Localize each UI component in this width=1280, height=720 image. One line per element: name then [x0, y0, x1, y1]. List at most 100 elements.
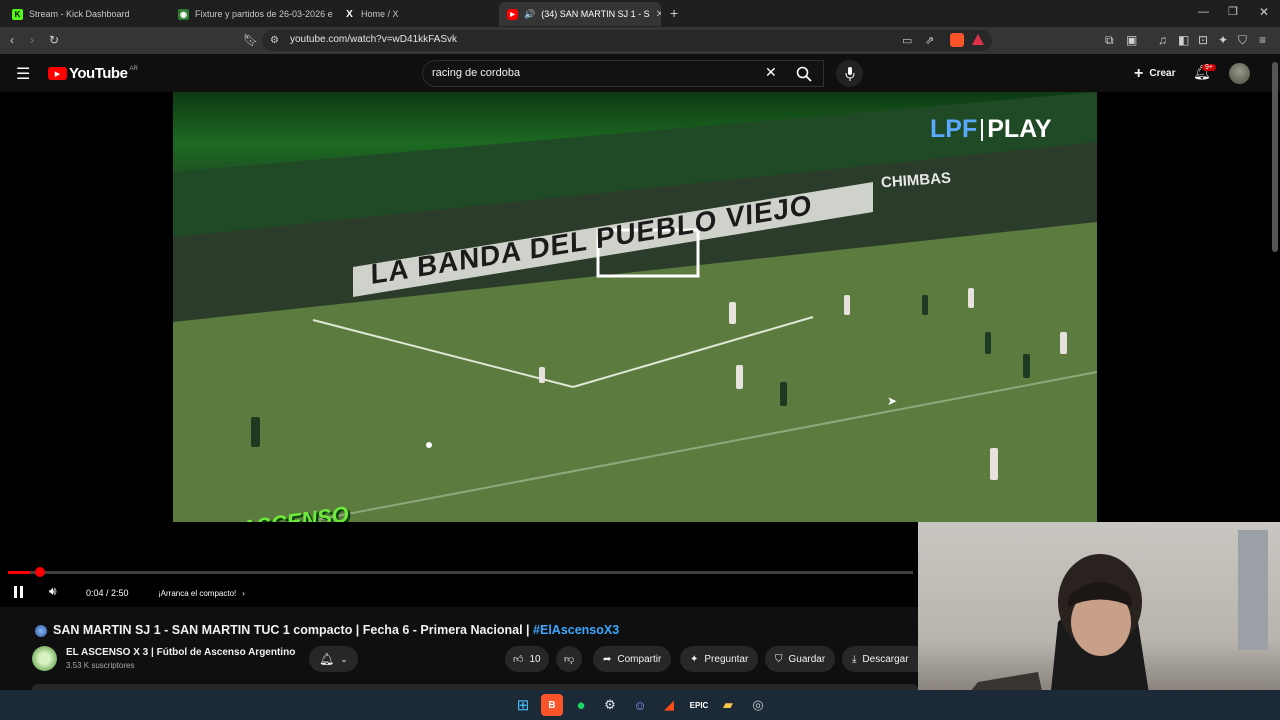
share-page-icon[interactable]: ⇗: [925, 34, 934, 48]
tab-title: (34) SAN MARTIN SJ 1 - S: [541, 9, 650, 19]
volume-icon[interactable]: 🔊︎: [49, 584, 57, 599]
hamburger-menu-icon[interactable]: ☰: [16, 64, 30, 84]
tab-title: Fixture y partidos de 26-03-2026 en: [195, 9, 333, 19]
chapter-button[interactable]: ¡Arranca el compacto! ›: [158, 589, 245, 598]
speaker-icon: 🔊: [524, 8, 536, 19]
video-frame[interactable]: LA BANDA DEL PUEBLO VIEJO CHIMBAS LPF PL…: [173, 92, 1097, 522]
mouse-cursor-icon: ➤: [887, 394, 898, 408]
kick-icon: K: [12, 8, 23, 20]
notification-count-badge: 9+: [1202, 64, 1216, 71]
search-query[interactable]: racing de cordoba: [432, 67, 520, 79]
time-display: 0:04 / 2:50: [86, 588, 129, 598]
minimize-icon[interactable]: —: [1198, 6, 1209, 18]
pause-button[interactable]: [14, 586, 23, 598]
leo-ai-icon[interactable]: ✦: [1218, 33, 1228, 47]
avatar[interactable]: [1229, 63, 1250, 84]
create-label: Crear: [1149, 68, 1176, 79]
channel-name[interactable]: EL ASCENSO X 3 | Fútbol de Ascenso Argen…: [66, 647, 295, 658]
plus-icon: +: [1134, 64, 1144, 82]
discord-icon[interactable]: ☺: [629, 694, 651, 716]
new-tab-button[interactable]: +: [670, 5, 678, 21]
media-icon[interactable]: ♫: [1158, 33, 1167, 47]
save-button[interactable]: ⛉ Guardar: [765, 646, 836, 672]
microphone-icon: [845, 66, 854, 81]
brave-shield-icon[interactable]: [950, 33, 964, 47]
player-figure: [1060, 332, 1067, 354]
sidebar-icon[interactable]: ◧: [1178, 33, 1189, 47]
tab-youtube[interactable]: ▶ 🔊 (34) SAN MARTIN SJ 1 - S ✕: [499, 2, 661, 26]
app-icon[interactable]: ◢: [658, 694, 680, 716]
close-window-icon[interactable]: ✕: [1259, 5, 1269, 19]
progress-fill: [8, 571, 30, 574]
obs-icon[interactable]: ◎: [747, 694, 769, 716]
lpf-text: LPF: [930, 115, 978, 143]
close-tab-icon[interactable]: ✕: [656, 9, 661, 20]
brave-rewards-icon[interactable]: [972, 34, 984, 45]
tab-x[interactable]: X Home / X: [336, 2, 496, 26]
ball: [426, 442, 432, 448]
subscription-bell-button[interactable]: 🔔︎ ⌄: [309, 646, 358, 672]
url-text[interactable]: youtube.com/watch?v=wD41kkFASvk: [290, 34, 457, 45]
share-icon: ➦: [603, 653, 612, 665]
create-button[interactable]: + Crear: [1124, 60, 1185, 87]
search-icon: [796, 66, 812, 82]
tab-kick[interactable]: K Stream - Kick Dashboard: [4, 2, 169, 26]
reload-icon[interactable]: ↻: [49, 33, 59, 47]
dislike-button[interactable]: 👎︎: [556, 646, 583, 672]
extensions-icon[interactable]: ⧉: [1105, 33, 1114, 47]
share-label: Compartir: [617, 653, 662, 665]
lpf-play-logo: LPF PLAY: [930, 115, 1052, 144]
epic-games-icon[interactable]: EPIC: [688, 694, 710, 716]
player-figure: [922, 295, 928, 315]
wallet-icon[interactable]: ▣: [1126, 33, 1137, 47]
player-figure: [729, 302, 736, 324]
channel-avatar[interactable]: [32, 646, 57, 671]
scrubber-handle[interactable]: [35, 567, 45, 577]
like-button[interactable]: 👍︎ 10: [505, 646, 549, 672]
youtube-wordmark: YouTube: [69, 65, 128, 82]
share-button[interactable]: ➦ Compartir: [593, 646, 672, 672]
voice-search-button[interactable]: [836, 60, 863, 87]
youtube-play-icon: ▶: [48, 67, 67, 80]
chevron-down-icon: ⌄: [340, 653, 348, 664]
spotify-icon[interactable]: ●: [570, 694, 592, 716]
tab-fixture[interactable]: ◉ Fixture y partidos de 26-03-2026 en: [170, 2, 333, 26]
windows-start-icon[interactable]: ⊞: [512, 694, 534, 716]
tab-title: Home / X: [361, 9, 399, 19]
player-figure: [736, 365, 743, 389]
download-label: Descargar: [862, 653, 909, 665]
hashtag-link[interactable]: #ElAscensoX3: [533, 623, 619, 637]
cast-icon[interactable]: ▭: [902, 34, 912, 48]
download-icon: ⤓: [852, 653, 857, 665]
player-figure: [780, 382, 787, 406]
progress-bar[interactable]: [8, 571, 913, 574]
brave-browser-icon[interactable]: B: [541, 694, 563, 716]
like-count: 10: [529, 653, 541, 665]
back-icon[interactable]: ‹: [10, 33, 14, 47]
site-settings-icon[interactable]: ⚙: [270, 34, 279, 48]
thumbs-down-icon: 👎︎: [564, 654, 575, 665]
steam-icon[interactable]: ⚙: [599, 694, 621, 716]
player-figure: [844, 295, 850, 315]
chevron-right-icon: ›: [242, 589, 245, 598]
download-button[interactable]: ⤓ Descargar: [842, 646, 918, 672]
bookmark-icon[interactable]: 🔖︎: [243, 33, 258, 47]
page-scrollbar[interactable]: [1272, 62, 1278, 252]
x-logo-icon: X: [346, 8, 353, 20]
shield-icon[interactable]: ⛉: [1238, 33, 1247, 47]
video-title: SAN MARTIN SJ 1 - SAN MARTIN TUC 1 compa…: [53, 623, 619, 637]
forward-icon[interactable]: ›: [30, 33, 34, 47]
video-title-text: SAN MARTIN SJ 1 - SAN MARTIN TUC 1 compa…: [53, 623, 530, 637]
ask-button[interactable]: ✦ Preguntar: [680, 646, 759, 672]
chapter-title: ¡Arranca el compacto!: [158, 589, 237, 598]
file-explorer-icon[interactable]: ▰: [717, 694, 739, 716]
search-button[interactable]: [785, 60, 824, 87]
clear-search-icon[interactable]: ✕: [765, 64, 777, 81]
restore-icon[interactable]: ❐: [1228, 5, 1238, 18]
player-figure: [985, 332, 991, 354]
menu-icon[interactable]: ≡: [1259, 33, 1266, 47]
vpn-icon[interactable]: ⊡: [1198, 33, 1208, 47]
subscriber-count: 3.53 K suscriptores: [66, 661, 135, 670]
youtube-logo[interactable]: ▶ YouTube AR: [48, 65, 138, 82]
ask-label: Preguntar: [704, 653, 749, 665]
